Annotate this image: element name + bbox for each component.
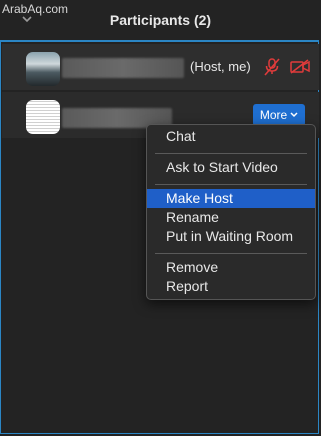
avatar xyxy=(26,100,60,134)
participant-context-menu: Chat Ask to Start Video Make Host Rename… xyxy=(146,124,316,300)
chevron-down-icon xyxy=(290,112,298,118)
menu-item-put-in-waiting-room[interactable]: Put in Waiting Room xyxy=(147,227,315,246)
more-button-label: More xyxy=(259,108,288,122)
menu-item-rename[interactable]: Rename xyxy=(147,208,315,227)
menu-separator xyxy=(155,153,307,154)
participant-row-host[interactable]: (Host, me) xyxy=(2,44,319,90)
menu-item-remove[interactable]: Remove xyxy=(147,258,315,277)
participant-role-label: (Host, me) xyxy=(190,59,251,74)
menu-item-make-host[interactable]: Make Host xyxy=(147,189,315,208)
avatar xyxy=(26,52,60,86)
menu-item-chat[interactable]: Chat xyxy=(147,127,315,146)
more-button[interactable]: More xyxy=(253,104,305,126)
menu-separator xyxy=(155,253,307,254)
mic-muted-icon[interactable] xyxy=(264,58,280,76)
menu-item-ask-to-start-video[interactable]: Ask to Start Video xyxy=(147,158,315,177)
menu-item-report[interactable]: Report xyxy=(147,277,315,296)
panel-title: Participants (2) xyxy=(109,12,212,28)
participant-name-redacted xyxy=(62,58,184,78)
video-off-icon[interactable] xyxy=(290,59,310,74)
menu-separator xyxy=(155,184,307,185)
